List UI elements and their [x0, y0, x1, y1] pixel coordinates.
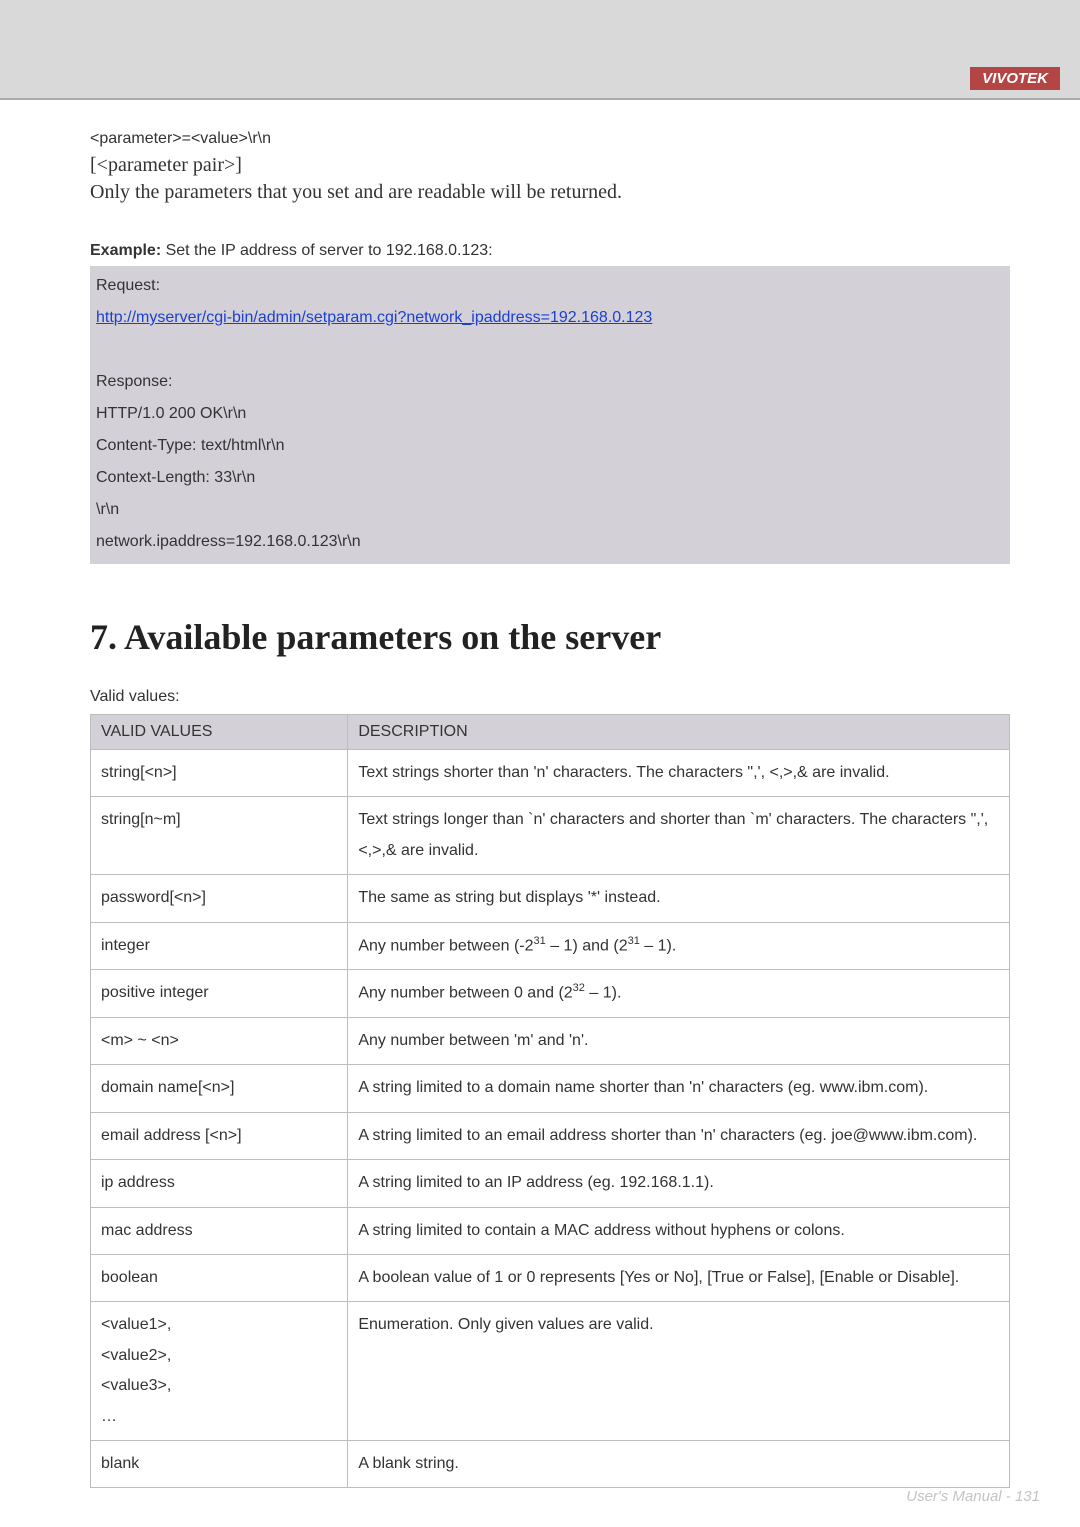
- tv-desc: A string limited to a domain name shorte…: [348, 1065, 1010, 1112]
- int-suffix: – 1).: [640, 937, 676, 954]
- tv-desc: Text strings shorter than 'n' characters…: [348, 750, 1010, 797]
- int-prefix: Any number between (-2: [358, 937, 533, 954]
- int-exp2: 31: [628, 935, 640, 947]
- tv-cell: domain name[<n>]: [91, 1065, 348, 1112]
- response-line-2: Content-Type: text/html\r\n: [96, 430, 1004, 462]
- example-url-link[interactable]: http://myserver/cgi-bin/admin/setparam.c…: [96, 309, 652, 326]
- example-code-block: Request: http://myserver/cgi-bin/admin/s…: [90, 266, 1010, 564]
- header-bar: VIVOTEK: [0, 0, 1080, 100]
- intro-line-3: Only the parameters that you set and are…: [90, 181, 1010, 204]
- tv-desc: Any number between 'm' and 'n'.: [348, 1018, 1010, 1065]
- intro-line-2: [<parameter pair>]: [90, 154, 1010, 177]
- table-row: email address [<n>] A string limited to …: [91, 1112, 1010, 1159]
- tv-cell: email address [<n>]: [91, 1112, 348, 1159]
- tv-desc: A string limited to contain a MAC addres…: [348, 1207, 1010, 1254]
- example-label: Example: Set the IP address of server to…: [90, 242, 1010, 260]
- posint-prefix: Any number between 0 and (2: [358, 985, 572, 1002]
- table-row: blank A blank string.: [91, 1440, 1010, 1487]
- table-row: integer Any number between (-231 – 1) an…: [91, 922, 1010, 970]
- response-line-5: network.ipaddress=192.168.0.123\r\n: [96, 526, 1004, 558]
- table-row: string[<n>] Text strings shorter than 'n…: [91, 750, 1010, 797]
- brand-logo: VIVOTEK: [970, 67, 1060, 90]
- tv-desc: A blank string.: [348, 1440, 1010, 1487]
- tv-cell: <m> ~ <n>: [91, 1018, 348, 1065]
- tv-desc-integer: Any number between (-231 – 1) and (231 –…: [348, 922, 1010, 970]
- tv-cell: <value1>, <value2>, <value3>, …: [91, 1302, 348, 1441]
- tv-cell: mac address: [91, 1207, 348, 1254]
- table-row: password[<n>] The same as string but dis…: [91, 875, 1010, 922]
- example-label-bold: Example:: [90, 242, 161, 259]
- table-row: domain name[<n>] A string limited to a d…: [91, 1065, 1010, 1112]
- table-row: boolean A boolean value of 1 or 0 repres…: [91, 1254, 1010, 1301]
- table-row: ip address A string limited to an IP add…: [91, 1160, 1010, 1207]
- page-footer: User's Manual - 131: [906, 1488, 1040, 1505]
- tv-cell: string[n~m]: [91, 797, 348, 875]
- request-label: Request:: [96, 270, 1004, 302]
- tv-cell: ip address: [91, 1160, 348, 1207]
- table-head-values: VALID VALUES: [91, 715, 348, 750]
- tv-desc-posint: Any number between 0 and (232 – 1).: [348, 970, 1010, 1018]
- tv-cell: password[<n>]: [91, 875, 348, 922]
- valid-values-label: Valid values:: [90, 688, 1010, 706]
- tv-cell: string[<n>]: [91, 750, 348, 797]
- posint-suffix: – 1).: [585, 985, 621, 1002]
- page-content: <parameter>=<value>\r\n [<parameter pair…: [0, 100, 1080, 1488]
- example-label-rest: Set the IP address of server to 192.168.…: [161, 242, 492, 259]
- table-row: positive integer Any number between 0 an…: [91, 970, 1010, 1018]
- response-line-1: HTTP/1.0 200 OK\r\n: [96, 398, 1004, 430]
- table-header-row: VALID VALUES DESCRIPTION: [91, 715, 1010, 750]
- valid-values-table: VALID VALUES DESCRIPTION string[<n>] Tex…: [90, 714, 1010, 1488]
- posint-exp: 32: [573, 982, 585, 994]
- table-row: mac address A string limited to contain …: [91, 1207, 1010, 1254]
- tv-desc: A boolean value of 1 or 0 represents [Ye…: [348, 1254, 1010, 1301]
- intro-line-1: <parameter>=<value>\r\n: [90, 130, 1010, 148]
- table-head-description: DESCRIPTION: [348, 715, 1010, 750]
- tv-desc: Enumeration. Only given values are valid…: [348, 1302, 1010, 1441]
- table-row: string[n~m] Text strings longer than `n'…: [91, 797, 1010, 875]
- tv-cell: integer: [91, 922, 348, 970]
- table-row: <m> ~ <n> Any number between 'm' and 'n'…: [91, 1018, 1010, 1065]
- tv-cell: positive integer: [91, 970, 348, 1018]
- tv-cell: boolean: [91, 1254, 348, 1301]
- tv-desc: The same as string but displays '*' inst…: [348, 875, 1010, 922]
- response-label: Response:: [96, 366, 1004, 398]
- response-line-3: Context-Length: 33\r\n: [96, 462, 1004, 494]
- tv-desc: A string limited to an email address sho…: [348, 1112, 1010, 1159]
- tv-desc: A string limited to an IP address (eg. 1…: [348, 1160, 1010, 1207]
- int-exp1: 31: [534, 935, 546, 947]
- section-title: 7. Available parameters on the server: [90, 616, 1010, 658]
- table-row: <value1>, <value2>, <value3>, … Enumerat…: [91, 1302, 1010, 1441]
- response-line-4: \r\n: [96, 494, 1004, 526]
- tv-cell: blank: [91, 1440, 348, 1487]
- int-mid: – 1) and (2: [546, 937, 628, 954]
- tv-desc: Text strings longer than `n' characters …: [348, 797, 1010, 875]
